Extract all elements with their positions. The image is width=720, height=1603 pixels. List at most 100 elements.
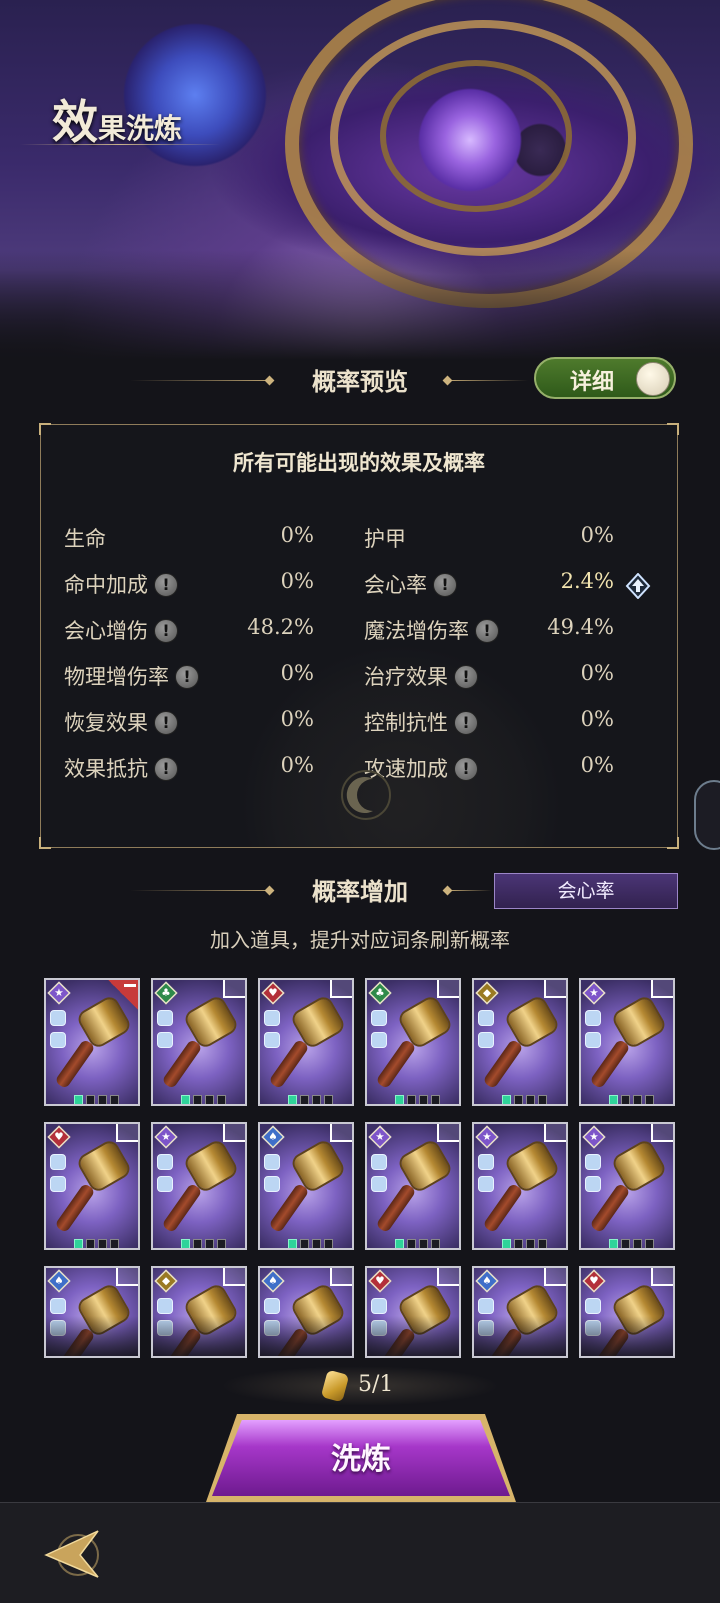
hammer-head-icon [184,1284,238,1336]
item-card[interactable]: ◆ [472,978,568,1106]
item-card[interactable]: ♠ [258,1266,354,1358]
stat-name: 恢复效果 [64,711,148,735]
corner-flag-icon [330,1124,352,1142]
level-pip [110,1239,119,1248]
corner-flag-icon [330,1268,352,1286]
item-card[interactable]: ♠ [44,1266,140,1358]
cost-counter: 5/1 [220,1366,500,1406]
item-card[interactable]: ◆ [151,1266,247,1358]
spade-gem-icon: ♠ [261,1269,285,1293]
stat-physical-damage: 物理增伤率! 0% [64,657,314,693]
astrolabe-ring-inner [380,60,572,212]
info-icon[interactable]: ! [475,619,499,643]
star-gem-icon: ★ [475,1125,499,1149]
stat-name: 效果抵抗 [64,757,148,781]
stat-healing: 治疗效果! 0% [364,657,614,693]
level-pip [633,1239,642,1248]
level-pip [621,1239,630,1248]
heart-gem-icon: ♥ [582,1269,606,1293]
level-pip [645,1239,654,1248]
preview-section-title: 概率预览 [312,367,408,396]
footer-bar [0,1502,720,1603]
level-pip [419,1239,428,1248]
item-card[interactable]: ♣ [151,978,247,1106]
item-card[interactable]: ★ [472,1122,568,1250]
item-card[interactable]: ♠ [472,1266,568,1358]
item-level-bars [288,1090,348,1104]
divider-left [130,380,270,381]
corner-flag-icon [651,980,673,998]
attribute-slot-icon [50,1320,66,1336]
corner-flag-icon [437,1268,459,1286]
gem-glyph: ★ [482,1131,492,1143]
item-card[interactable]: ♣ [365,978,461,1106]
info-icon[interactable]: ! [433,573,457,597]
gem-glyph: ♠ [268,1131,278,1143]
page-title-first-char: 效 [52,95,98,149]
divider-dot-left [264,375,275,386]
attribute-slot-icon [50,1032,66,1048]
detail-toggle-knob [636,362,670,396]
stat-value: 48.2% [247,615,314,639]
gem-glyph: ♣ [375,987,385,999]
attribute-slot-icon [157,1176,173,1192]
level-pip [288,1239,297,1248]
stat-value: 0% [280,707,314,731]
level-pip [431,1239,440,1248]
item-card[interactable]: ♠ [258,1122,354,1250]
item-card[interactable]: ★ [365,1122,461,1250]
attribute-slot-icon [478,1010,494,1026]
detail-toggle[interactable]: 详细 [534,357,676,399]
attribute-slot-icon [50,1176,66,1192]
back-arrow-icon[interactable] [40,1525,104,1581]
divider-right [452,380,528,381]
info-icon[interactable]: ! [454,711,478,735]
attribute-slot-icon [478,1154,494,1170]
item-card[interactable]: ★ [151,1122,247,1250]
star-gem-icon: ★ [582,1125,606,1149]
hammer-handle-icon [268,1326,310,1356]
item-card[interactable]: ★ [44,978,140,1106]
level-pip [538,1239,547,1248]
attribute-slot-icon [585,1010,601,1026]
info-icon[interactable]: ! [175,665,199,689]
diamond-gem-icon: ◆ [475,981,499,1005]
info-icon[interactable]: ! [154,619,178,643]
divider-dot-right [442,885,453,896]
moon-emblem-icon [341,770,391,820]
item-card[interactable]: ♥ [579,1266,675,1358]
selected-attribute-chip[interactable]: 会心率 [494,873,678,909]
corner-flag-icon [651,1124,673,1142]
gem-glyph: ★ [375,1131,385,1143]
stat-effect-resist: 效果抵抗! 0% [64,749,314,785]
refine-button[interactable]: 洗炼 [206,1414,516,1502]
corner-flag-icon [223,980,245,998]
level-pip [110,1095,119,1104]
divider-left [130,890,270,891]
info-icon[interactable]: ! [154,711,178,735]
stat-value: 0% [580,707,614,731]
hammer-head-icon [77,1284,131,1336]
side-drawer-handle[interactable] [694,780,720,850]
info-icon[interactable]: ! [154,573,178,597]
page-title-rest: 果洗炼 [98,112,183,145]
info-icon[interactable]: ! [454,665,478,689]
gem-glyph: ♠ [54,1275,64,1287]
item-card[interactable]: ★ [579,1122,675,1250]
level-pip [538,1095,547,1104]
info-icon[interactable]: ! [454,757,478,781]
item-card[interactable]: ♥ [44,1122,140,1250]
stat-hp: 生命 0% [64,519,314,555]
attribute-slot-icon [264,1298,280,1314]
attribute-slot-icon [157,1154,173,1170]
gem-glyph: ♣ [161,987,171,999]
item-card[interactable]: ♥ [258,978,354,1106]
attribute-slot-icon [371,1010,387,1026]
info-icon[interactable]: ! [154,757,178,781]
stat-attack-speed: 攻速加成! 0% [364,749,614,785]
gem-glyph: ★ [589,1131,599,1143]
item-card[interactable]: ★ [579,978,675,1106]
item-card[interactable]: ♥ [365,1266,461,1358]
level-pip [502,1095,511,1104]
attribute-slot-icon [371,1154,387,1170]
